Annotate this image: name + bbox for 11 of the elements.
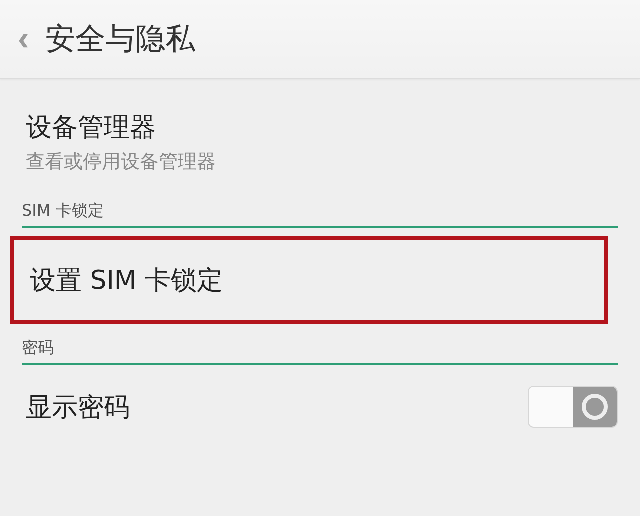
setting-row[interactable]: 显示密码 bbox=[22, 365, 618, 449]
page-title: 安全与隐私 bbox=[45, 20, 196, 58]
section-title: SIM 卡锁定 bbox=[22, 201, 104, 220]
toggle-switch[interactable] bbox=[528, 386, 618, 428]
setting-title[interactable]: 设备管理器 bbox=[26, 110, 216, 144]
highlighted-setting-row[interactable]: 设置 SIM 卡锁定 bbox=[10, 236, 608, 324]
setting-subtitle: 查看或停用设备管理器 bbox=[26, 150, 216, 174]
setting-title[interactable]: 显示密码 bbox=[26, 390, 130, 424]
section-title: 密码 bbox=[22, 338, 54, 357]
setting-row[interactable]: 设备管理器 查看或停用设备管理器 bbox=[22, 97, 618, 187]
setting-title[interactable]: 设置 SIM 卡锁定 bbox=[30, 262, 224, 298]
